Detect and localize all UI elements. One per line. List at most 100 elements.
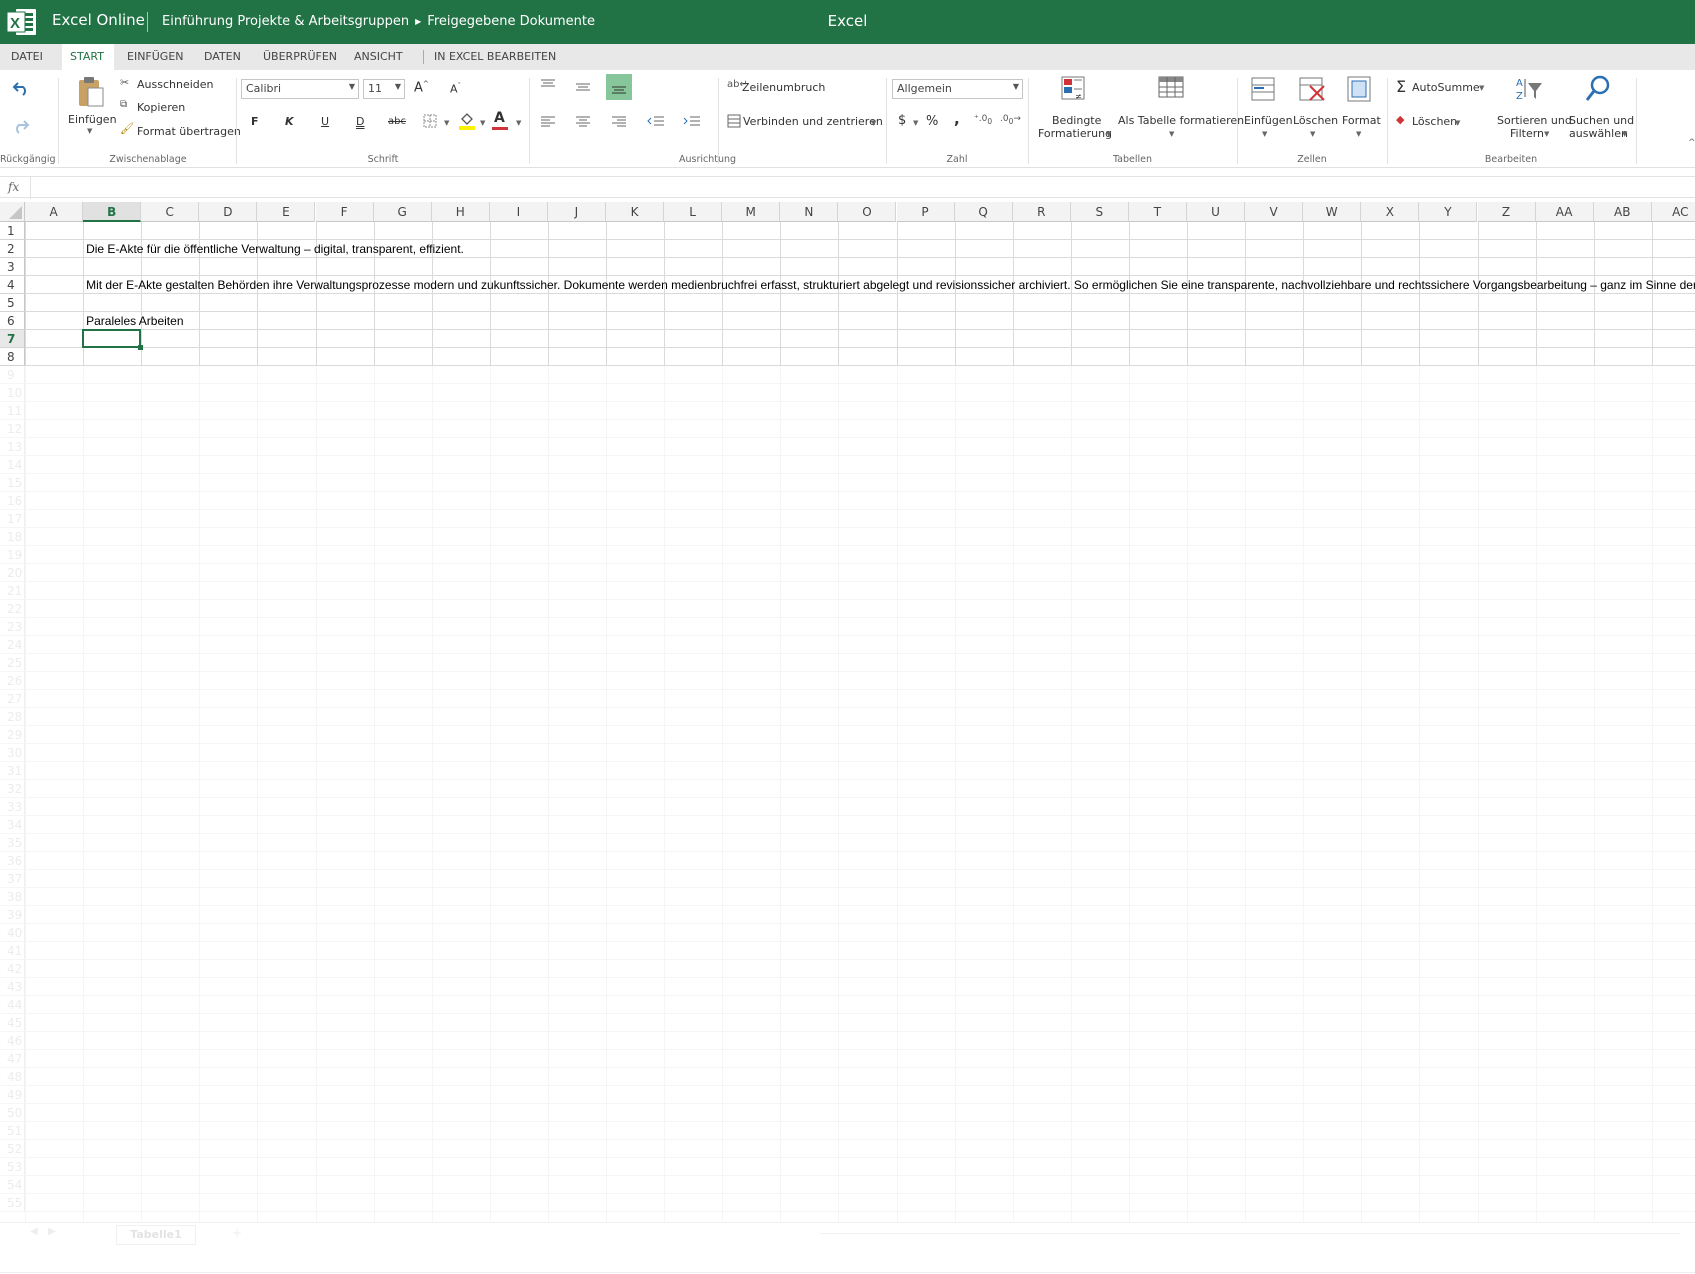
align-middle-icon[interactable]	[575, 80, 591, 92]
row-header-16[interactable]: 16	[0, 492, 25, 510]
merge-dropdown-caret[interactable]: ▼	[871, 119, 876, 127]
eraser-icon[interactable]: ◆	[1396, 113, 1404, 126]
merge-center-button[interactable]: Verbinden und zentrieren	[743, 115, 883, 128]
row-header-51[interactable]: 51	[0, 1122, 25, 1140]
row-header-42[interactable]: 42	[0, 960, 25, 978]
align-top-icon[interactable]	[540, 78, 556, 90]
column-header-m[interactable]: M	[722, 202, 781, 222]
column-header-c[interactable]: C	[141, 202, 200, 222]
percent-button[interactable]: %	[926, 114, 938, 129]
clear-button[interactable]: Löschen	[1412, 115, 1457, 128]
format-painter-icon[interactable]: 🖌	[120, 122, 134, 135]
horizontal-scrollbar[interactable]	[820, 1233, 1680, 1239]
sheet-next-icon[interactable]: ▶	[48, 1226, 56, 1237]
align-left-icon[interactable]	[540, 115, 556, 127]
tab-start[interactable]: START	[62, 44, 114, 70]
delete-cells-button[interactable]: Löschen	[1293, 114, 1338, 127]
borders-dropdown-caret[interactable]: ▼	[444, 119, 449, 127]
column-header-s[interactable]: S	[1070, 202, 1129, 222]
conditional-formatting-label-2[interactable]: Formatierung	[1038, 127, 1112, 140]
row-header-13[interactable]: 13	[0, 438, 25, 456]
row-header-52[interactable]: 52	[0, 1140, 25, 1158]
row-header-11[interactable]: 11	[0, 402, 25, 420]
row-header-2[interactable]: 2	[0, 240, 25, 258]
row-header-8[interactable]: 8	[0, 348, 25, 366]
grow-font-icon[interactable]: A^	[414, 80, 429, 95]
delete-cells-icon[interactable]	[1298, 76, 1326, 102]
column-header-ab[interactable]: AB	[1593, 202, 1652, 222]
tab-in-excel-bearbeiten[interactable]: IN EXCEL BEARBEITEN	[426, 44, 564, 70]
column-header-h[interactable]: H	[431, 202, 490, 222]
conditional-dropdown-caret[interactable]: ▼	[1106, 130, 1111, 138]
fill-color-icon[interactable]	[458, 111, 476, 131]
paste-dropdown-caret[interactable]: ▼	[87, 127, 92, 135]
borders-icon[interactable]	[423, 114, 437, 128]
row-header-3[interactable]: 3	[0, 258, 25, 276]
shrink-font-icon[interactable]: Aˇ	[450, 82, 461, 96]
row-header-31[interactable]: 31	[0, 762, 25, 780]
find-select-label-2[interactable]: auswählen	[1569, 127, 1628, 140]
increase-decimal-icon[interactable]: ⁺.00	[974, 114, 992, 126]
merge-center-icon[interactable]	[727, 114, 741, 128]
row-header-43[interactable]: 43	[0, 978, 25, 996]
row-header-26[interactable]: 26	[0, 672, 25, 690]
autosum-button[interactable]: AutoSumme	[1412, 81, 1480, 94]
format-painter-button[interactable]: Format übertragen	[137, 125, 241, 138]
column-header-e[interactable]: E	[257, 202, 316, 222]
wrap-text-button[interactable]: Zeilenumbruch	[742, 81, 825, 94]
paste-button[interactable]: Einfügen	[68, 113, 117, 126]
row-header-23[interactable]: 23	[0, 618, 25, 636]
row-header-38[interactable]: 38	[0, 888, 25, 906]
row-header-14[interactable]: 14	[0, 456, 25, 474]
column-header-a[interactable]: A	[25, 202, 84, 222]
collapse-ribbon-icon[interactable]: ^	[1688, 138, 1695, 148]
row-header-44[interactable]: 44	[0, 996, 25, 1014]
find-select-label-1[interactable]: Suchen und	[1569, 114, 1634, 127]
row-header-41[interactable]: 41	[0, 942, 25, 960]
comma-button[interactable]: ,	[954, 110, 960, 128]
decrease-indent-icon[interactable]	[647, 115, 665, 127]
autosum-dropdown-caret[interactable]: ▼	[1479, 84, 1484, 92]
row-header-33[interactable]: 33	[0, 798, 25, 816]
column-header-w[interactable]: W	[1303, 202, 1362, 222]
cell-b2[interactable]: Die E-Akte für die öffentliche Verwaltun…	[86, 240, 464, 258]
currency-button[interactable]: $	[898, 113, 906, 128]
select-all-corner[interactable]	[0, 202, 25, 222]
row-header-34[interactable]: 34	[0, 816, 25, 834]
redo-icon[interactable]	[12, 118, 30, 134]
font-color-button[interactable]: A	[494, 110, 505, 126]
row-header-45[interactable]: 45	[0, 1014, 25, 1032]
row-header-19[interactable]: 19	[0, 546, 25, 564]
row-header-17[interactable]: 17	[0, 510, 25, 528]
undo-icon[interactable]	[12, 80, 30, 96]
font-name-select[interactable]: Calibri ▼	[241, 79, 359, 99]
decrease-decimal-icon[interactable]: .00→	[1000, 114, 1021, 126]
sort-filter-label-1[interactable]: Sortieren und	[1497, 114, 1572, 127]
row-header-18[interactable]: 18	[0, 528, 25, 546]
sheet-tab-tabelle1[interactable]: Tabelle1	[116, 1225, 196, 1245]
row-header-49[interactable]: 49	[0, 1086, 25, 1104]
font-size-select[interactable]: 11 ▼	[363, 79, 405, 99]
align-right-icon[interactable]	[611, 115, 627, 127]
row-header-54[interactable]: 54	[0, 1176, 25, 1194]
column-header-u[interactable]: U	[1187, 202, 1246, 222]
active-cell-outline[interactable]	[82, 329, 142, 348]
tab-ueberpruefen[interactable]: ÜBERPRÜFEN	[255, 44, 345, 70]
column-header-f[interactable]: F	[315, 202, 374, 222]
function-icon[interactable]: fx	[8, 180, 19, 194]
format-cells-button[interactable]: Format	[1342, 114, 1381, 127]
row-header-22[interactable]: 22	[0, 600, 25, 618]
row-header-7[interactable]: 7	[0, 330, 25, 348]
italic-button[interactable]: K	[285, 115, 294, 128]
conditional-formatting-icon[interactable]: ≠	[1060, 75, 1088, 103]
tab-daten[interactable]: DATEN	[196, 44, 249, 70]
row-header-30[interactable]: 30	[0, 744, 25, 762]
font-color-dropdown-caret[interactable]: ▼	[516, 119, 521, 127]
sort-filter-dropdown-caret[interactable]: ▼	[1544, 130, 1549, 138]
column-header-j[interactable]: J	[547, 202, 606, 222]
row-header-29[interactable]: 29	[0, 726, 25, 744]
row-header-15[interactable]: 15	[0, 474, 25, 492]
column-header-d[interactable]: D	[199, 202, 258, 222]
copy-button[interactable]: Kopieren	[137, 101, 185, 114]
delete-cells-caret[interactable]: ▼	[1310, 130, 1315, 138]
